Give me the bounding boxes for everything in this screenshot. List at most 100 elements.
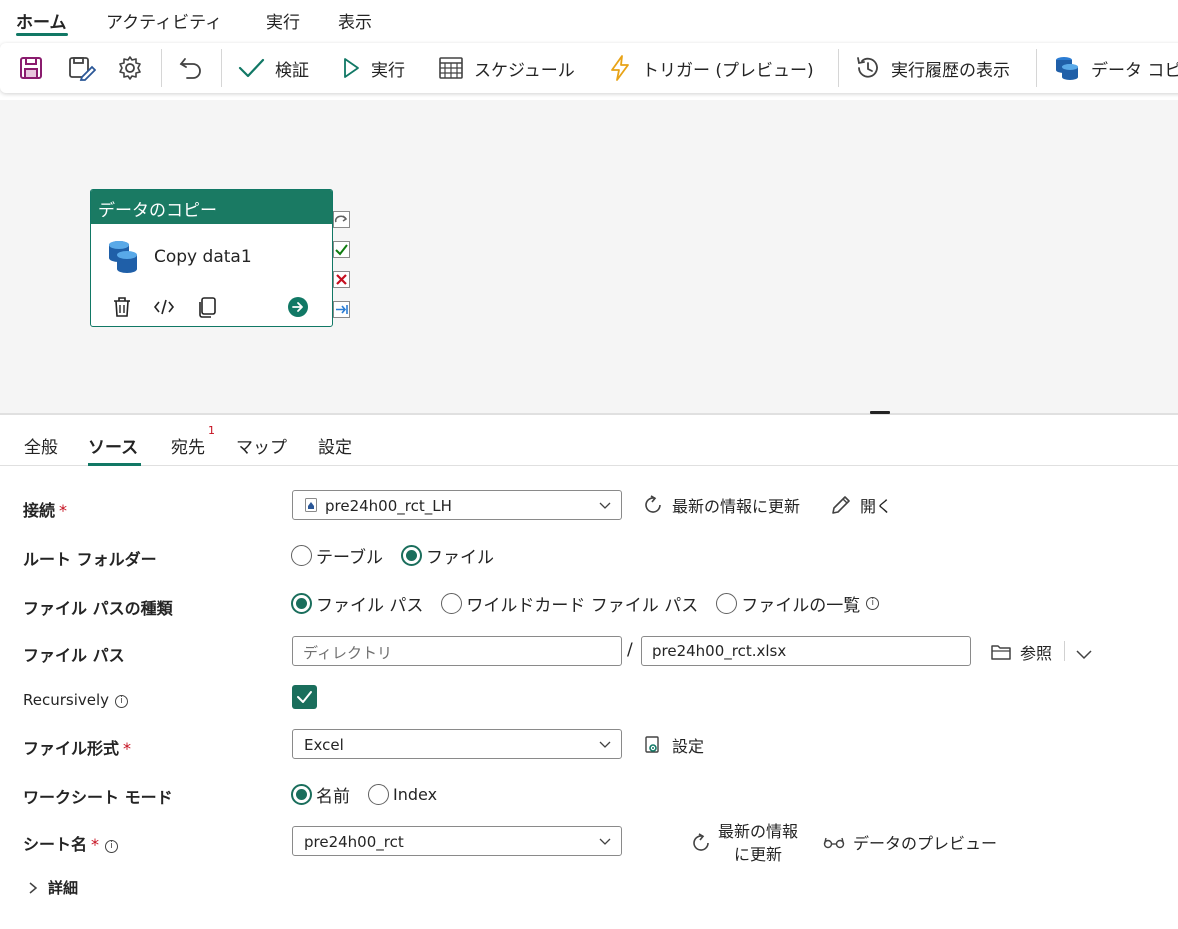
- file-format-value: Excel: [304, 736, 344, 754]
- activity-name: Copy data1: [154, 247, 252, 267]
- trigger-label: トリガー (プレビュー): [642, 60, 814, 81]
- ribbon-tabs: ホーム アクティビティ 実行 表示: [0, 0, 1178, 40]
- sheet-name-label: シート名 * i: [23, 831, 119, 855]
- root-folder-label: ルート フォルダー: [23, 550, 157, 569]
- sheet-name-dropdown[interactable]: pre24h00_rct: [292, 826, 622, 856]
- run-history-button[interactable]: 実行履歴の表示: [855, 43, 1010, 93]
- resize-handle[interactable]: [870, 411, 890, 414]
- save-button[interactable]: [18, 43, 44, 93]
- code-button[interactable]: [153, 296, 175, 322]
- copy-data-label: データ コピ: [1091, 60, 1178, 81]
- activity-header: データのコピー: [91, 190, 332, 224]
- radio-index[interactable]: Index: [368, 784, 437, 805]
- advanced-toggle[interactable]: 詳細: [27, 877, 78, 898]
- directory-input[interactable]: ディレクトリ: [292, 636, 622, 666]
- history-icon: [857, 57, 878, 78]
- active-tab-indicator: [16, 33, 68, 36]
- connection-label: 接続 *: [23, 501, 68, 520]
- browse-label: 参照: [1020, 644, 1053, 663]
- code-icon: [153, 299, 175, 315]
- validate-label: 検証: [275, 60, 309, 81]
- failure-icon[interactable]: [333, 271, 350, 288]
- radio-button: [441, 593, 463, 614]
- activity-actions: [91, 296, 332, 322]
- radio-button: [291, 545, 312, 566]
- recursively-checkbox[interactable]: [292, 685, 317, 709]
- radio-file-list[interactable]: ファイルの一覧 i: [716, 591, 880, 616]
- info-icon[interactable]: i: [115, 695, 129, 708]
- info-icon[interactable]: i: [105, 840, 119, 853]
- radio-table[interactable]: テーブル: [291, 543, 383, 568]
- file-name-input[interactable]: pre24h00_rct.xlsx: [641, 636, 971, 666]
- format-settings-label: 設定: [672, 737, 705, 756]
- sheet-refresh-label-line1: 最新の情報: [718, 822, 799, 841]
- delete-button[interactable]: [111, 296, 133, 322]
- tab-home[interactable]: ホーム: [16, 8, 67, 33]
- refresh-label: 最新の情報に更新: [672, 497, 801, 516]
- worksheet-mode-label: ワークシート モード: [23, 788, 173, 807]
- clone-button[interactable]: [196, 296, 218, 322]
- radio-file[interactable]: ファイル: [400, 543, 494, 568]
- run-label: 実行: [371, 60, 405, 81]
- chevron-down-icon: [599, 741, 611, 748]
- validate-button[interactable]: 検証: [237, 43, 309, 93]
- toolbar-separator: [1036, 49, 1037, 87]
- run-button[interactable]: 実行: [341, 43, 405, 93]
- toolbar-separator: [221, 49, 222, 87]
- completion-icon[interactable]: [333, 301, 350, 318]
- browse-button[interactable]: 参照: [990, 640, 1052, 664]
- format-settings-button[interactable]: 設定: [642, 733, 704, 757]
- toolbar-separator: [161, 49, 162, 87]
- tab-view[interactable]: 表示: [338, 8, 372, 33]
- settings-button[interactable]: [117, 43, 143, 93]
- panel-divider: [0, 413, 1178, 415]
- tab-mapping[interactable]: マップ: [236, 433, 287, 458]
- sheet-name-value: pre24h00_rct: [304, 833, 404, 851]
- trigger-button[interactable]: トリガー (プレビュー): [608, 43, 814, 93]
- destination-error-badge: 1: [208, 424, 215, 437]
- path-separator: /: [627, 640, 633, 660]
- copy-data-button[interactable]: データ コピ: [1053, 43, 1178, 93]
- radio-button-selected: [291, 593, 312, 614]
- database-icon: [106, 239, 140, 279]
- chevron-down-icon: [599, 838, 611, 845]
- undo-button[interactable]: [178, 43, 204, 93]
- radio-name[interactable]: 名前: [291, 782, 350, 807]
- navigate-button[interactable]: [287, 296, 309, 322]
- radio-wildcard-file-path[interactable]: ワイルドカード ファイル パス: [441, 591, 698, 616]
- open-label: 開く: [860, 497, 893, 516]
- tab-run[interactable]: 実行: [266, 8, 300, 33]
- browse-separator: [1064, 641, 1065, 661]
- radio-file-path[interactable]: ファイル パス: [291, 591, 423, 616]
- save-as-button[interactable]: [68, 43, 96, 93]
- sheet-refresh-button[interactable]: 最新の情報 に更新: [690, 820, 798, 866]
- refresh-icon: [693, 833, 709, 851]
- edit-icon: [832, 496, 850, 514]
- data-preview-button[interactable]: データのプレビュー: [823, 830, 997, 854]
- tab-activities[interactable]: アクティビティ: [106, 8, 222, 33]
- schedule-button[interactable]: スケジュール: [438, 43, 575, 93]
- save-as-icon: [69, 57, 96, 81]
- property-tabs: 全般 ソース 宛先 1 マップ 設定: [0, 420, 1178, 466]
- success-icon[interactable]: [333, 241, 350, 258]
- tab-source[interactable]: ソース: [88, 433, 138, 458]
- settings-icon: [645, 736, 659, 753]
- file-path-type-radio-group: ファイル パス ワイルドカード ファイル パス ファイルの一覧 i: [291, 591, 897, 616]
- copy-data-activity[interactable]: データのコピー Copy data1: [90, 189, 333, 327]
- tab-settings[interactable]: 設定: [318, 433, 352, 458]
- info-icon[interactable]: i: [866, 597, 880, 610]
- open-button[interactable]: 開く: [830, 493, 892, 517]
- connection-refresh-button[interactable]: 最新の情報に更新: [642, 493, 800, 517]
- advanced-label: 詳細: [48, 879, 79, 897]
- tab-general[interactable]: 全般: [24, 433, 58, 458]
- save-icon: [20, 57, 42, 79]
- file-path-type-label: ファイル パスの種類: [23, 599, 173, 618]
- checkmark-icon: [238, 58, 265, 78]
- skip-icon[interactable]: [333, 211, 350, 228]
- file-format-dropdown[interactable]: Excel: [292, 729, 622, 759]
- connection-dropdown[interactable]: pre24h00_rct_LH: [292, 490, 622, 520]
- sheet-refresh-label-line2: に更新: [734, 845, 783, 864]
- radio-button: [716, 593, 738, 614]
- browse-menu-button[interactable]: [1076, 645, 1092, 664]
- tab-destination[interactable]: 宛先: [171, 433, 205, 458]
